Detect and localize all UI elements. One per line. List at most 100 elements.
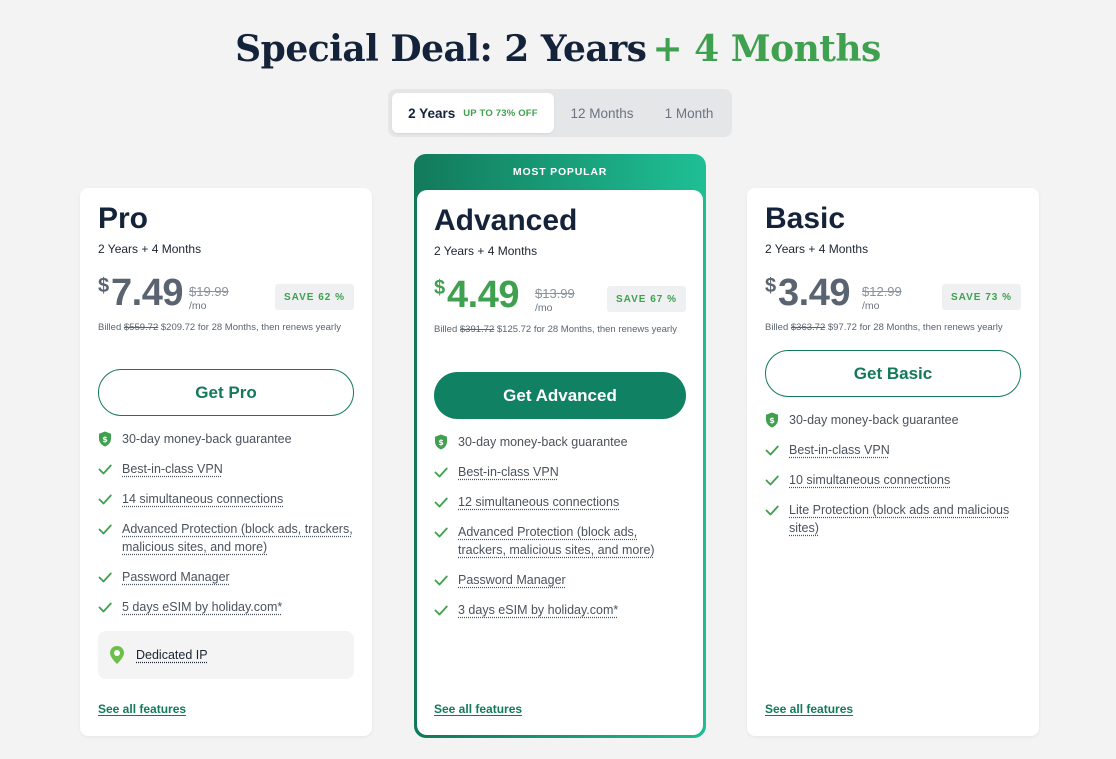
check-icon — [434, 527, 448, 538]
see-all-features-link[interactable]: See all features — [434, 702, 522, 716]
currency-symbol: $ — [765, 275, 777, 297]
plan-term: 2 Years + 4 Months — [434, 244, 538, 258]
billed-old-total: $559.72 — [123, 322, 159, 333]
feature-item: Password Manager — [434, 571, 686, 589]
plan-card-basic: Basic 2 Years + 4 Months $ 3.49 $12.99 /… — [747, 188, 1039, 736]
billing-note: Billed $391.72 $125.72 for 28 Months, th… — [434, 320, 686, 339]
shield-dollar-icon: $ — [435, 434, 447, 450]
dedicated-ip-label[interactable]: Dedicated IP — [136, 648, 208, 662]
check-icon — [98, 494, 112, 505]
per-month: /mo — [862, 300, 880, 312]
toggle-option-2-years[interactable]: 2 Years UP TO 73% OFF — [392, 93, 554, 133]
feature-item: Best-in-class VPN — [765, 441, 1021, 459]
old-price: $19.99 — [189, 284, 229, 299]
feature-item: 14 simultaneous connections — [98, 490, 354, 508]
feature-list: $ 30-day money-back guarantee Best-in-cl… — [434, 433, 686, 631]
feature-item: Best-in-class VPN — [434, 463, 686, 481]
billed-prefix: Billed — [765, 322, 789, 333]
price-row: $ 4.49 $13.99 /mo SAVE 67 % — [434, 274, 686, 316]
feature-text[interactable]: 14 simultaneous connections — [122, 492, 283, 506]
billing-note: Billed $559.72 $209.72 for 28 Months, th… — [98, 318, 354, 337]
billed-old-total: $363.72 — [790, 322, 826, 333]
plan-term: 2 Years + 4 Months — [98, 242, 202, 256]
svg-text:$: $ — [769, 416, 775, 425]
feature-text[interactable]: Best-in-class VPN — [458, 465, 559, 479]
check-icon — [434, 605, 448, 616]
see-all-features-link[interactable]: See all features — [765, 702, 853, 716]
price-amount: 7.49 — [111, 272, 183, 314]
toggle-option-12-months[interactable]: 12 Months — [554, 93, 650, 133]
billed-prefix: Billed — [98, 322, 122, 333]
billed-prefix: Billed — [434, 324, 458, 335]
feature-text: 30-day money-back guarantee — [789, 413, 959, 427]
location-pin-icon — [110, 646, 124, 664]
feature-text[interactable]: Best-in-class VPN — [789, 443, 890, 457]
billing-note: Billed $363.72 $97.72 for 28 Months, the… — [765, 318, 1021, 337]
feature-text[interactable]: Advanced Protection (block ads, trackers… — [458, 525, 655, 557]
feature-text[interactable]: 5 days eSIM by holiday.com* — [122, 600, 282, 614]
plan-name: Advanced — [434, 204, 578, 237]
toggle-option-1-month[interactable]: 1 Month — [650, 93, 728, 133]
feature-item: 3 days eSIM by holiday.com* — [434, 601, 686, 619]
billed-old-total: $391.72 — [459, 324, 495, 335]
check-icon — [765, 475, 779, 486]
shield-dollar-icon: $ — [99, 431, 111, 447]
check-icon — [98, 524, 112, 535]
feature-text[interactable]: 3 days eSIM by holiday.com* — [458, 603, 618, 617]
toggle-option-label: 1 Month — [664, 105, 714, 121]
dedicated-ip-addon: Dedicated IP — [98, 631, 354, 679]
save-badge: SAVE 62 % — [274, 284, 354, 310]
feature-item: Best-in-class VPN — [98, 460, 354, 478]
feature-text[interactable]: 12 simultaneous connections — [458, 495, 619, 509]
feature-text[interactable]: 10 simultaneous connections — [789, 473, 950, 487]
price-row: $ 7.49 $19.99 /mo SAVE 62 % — [98, 272, 354, 314]
feature-item: 12 simultaneous connections — [434, 493, 686, 511]
price-amount: 4.49 — [447, 274, 519, 316]
plan-name: Basic — [765, 202, 846, 235]
feature-text[interactable]: Password Manager — [458, 573, 566, 587]
feature-text: 30-day money-back guarantee — [122, 432, 292, 446]
feature-item: $ 30-day money-back guarantee — [765, 411, 1021, 429]
feature-text[interactable]: Password Manager — [122, 570, 230, 584]
check-icon — [98, 602, 112, 613]
price-row: $ 3.49 $12.99 /mo SAVE 73 % — [765, 272, 1021, 314]
old-price: $12.99 — [862, 284, 902, 299]
check-icon — [765, 445, 779, 456]
discount-tag: UP TO 73% OFF — [463, 107, 538, 119]
per-month: /mo — [189, 300, 207, 312]
feature-item: 10 simultaneous connections — [765, 471, 1021, 489]
feature-item: $ 30-day money-back guarantee — [434, 433, 686, 451]
feature-item: Password Manager — [98, 568, 354, 586]
check-icon — [434, 497, 448, 508]
check-icon — [434, 575, 448, 586]
feature-text[interactable]: Advanced Protection (block ads, trackers… — [122, 522, 353, 554]
toggle-option-label: 12 Months — [570, 105, 634, 121]
get-pro-button[interactable]: Get Pro — [98, 369, 354, 416]
get-basic-button[interactable]: Get Basic — [765, 350, 1021, 397]
page-title-main: Special Deal: 2 Years — [235, 28, 647, 70]
feature-text[interactable]: Lite Protection (block ads and malicious… — [789, 503, 1009, 535]
feature-item: Advanced Protection (block ads, trackers… — [434, 523, 686, 559]
see-all-features-link[interactable]: See all features — [98, 702, 186, 716]
plan-name: Pro — [98, 202, 149, 235]
plan-card-advanced-wrapper: MOST POPULAR Advanced 2 Years + 4 Months… — [414, 154, 706, 738]
check-icon — [434, 467, 448, 478]
billed-total: $125.72 for 28 Months, then renews yearl… — [496, 324, 677, 335]
currency-symbol: $ — [434, 277, 446, 299]
feature-text[interactable]: Best-in-class VPN — [122, 462, 223, 476]
billed-total: $209.72 for 28 Months, then renews yearl… — [160, 322, 341, 333]
price-amount: 3.49 — [778, 272, 850, 314]
svg-text:$: $ — [102, 435, 108, 444]
get-advanced-button[interactable]: Get Advanced — [434, 372, 686, 419]
save-badge: SAVE 73 % — [941, 284, 1021, 310]
feature-item: 5 days eSIM by holiday.com* — [98, 598, 354, 616]
plan-term: 2 Years + 4 Months — [765, 242, 869, 256]
check-icon — [98, 464, 112, 475]
billed-total: $97.72 for 28 Months, then renews yearly — [827, 322, 1003, 333]
plan-card-pro: Pro 2 Years + 4 Months $ 7.49 $19.99 /mo… — [80, 188, 372, 736]
feature-item: Lite Protection (block ads and malicious… — [765, 501, 1021, 537]
feature-list: $ 30-day money-back guarantee Best-in-cl… — [765, 411, 1021, 549]
shield-dollar-icon: $ — [766, 412, 778, 428]
old-price: $13.99 — [535, 286, 575, 301]
feature-text: 30-day money-back guarantee — [458, 435, 628, 449]
